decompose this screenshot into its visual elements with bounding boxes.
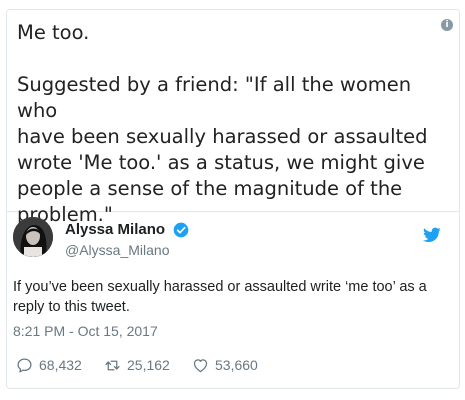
image-text-line: wrote 'Me too.' as a status, we might gi… xyxy=(17,151,425,174)
like-count: 53,660 xyxy=(215,357,258,373)
retweet-icon xyxy=(105,360,120,370)
image-text-line: people a sense of the magnitude of the xyxy=(17,177,403,200)
image-text: Me too. Suggested by a friend: "If all t… xyxy=(17,20,437,228)
image-text-line: Me too. xyxy=(17,21,90,44)
handle[interactable]: @Alyssa_Milano xyxy=(65,242,189,258)
info-icon[interactable]: i xyxy=(441,19,453,31)
tweet-image[interactable]: i Me too. Suggested by a friend: "If all… xyxy=(7,10,459,226)
image-text-line: Suggested by a friend: "If all the women… xyxy=(17,73,412,122)
reply-icon xyxy=(17,357,32,373)
image-text-line: have been sexually harassed or assaulted xyxy=(17,125,428,148)
tweet-text: If you’ve been sexually harassed or assa… xyxy=(13,279,427,315)
display-name[interactable]: Alyssa Milano xyxy=(65,221,165,238)
verified-badge-icon xyxy=(173,222,188,238)
reply-count: 68,432 xyxy=(39,357,82,373)
heart-icon xyxy=(193,358,208,372)
tweet-timestamp[interactable]: 8:21 PM - Oct 15, 2017 xyxy=(13,323,158,339)
tweet-author: Alyssa Milano @Alyssa_Milano xyxy=(13,217,443,263)
retweet-count: 25,162 xyxy=(127,357,170,373)
like-button[interactable]: 53,660 xyxy=(192,356,258,374)
retweet-button[interactable]: 25,162 xyxy=(104,356,170,374)
avatar[interactable] xyxy=(13,217,53,257)
twitter-bird-icon[interactable] xyxy=(423,227,441,243)
reply-button[interactable]: 68,432 xyxy=(16,356,82,374)
